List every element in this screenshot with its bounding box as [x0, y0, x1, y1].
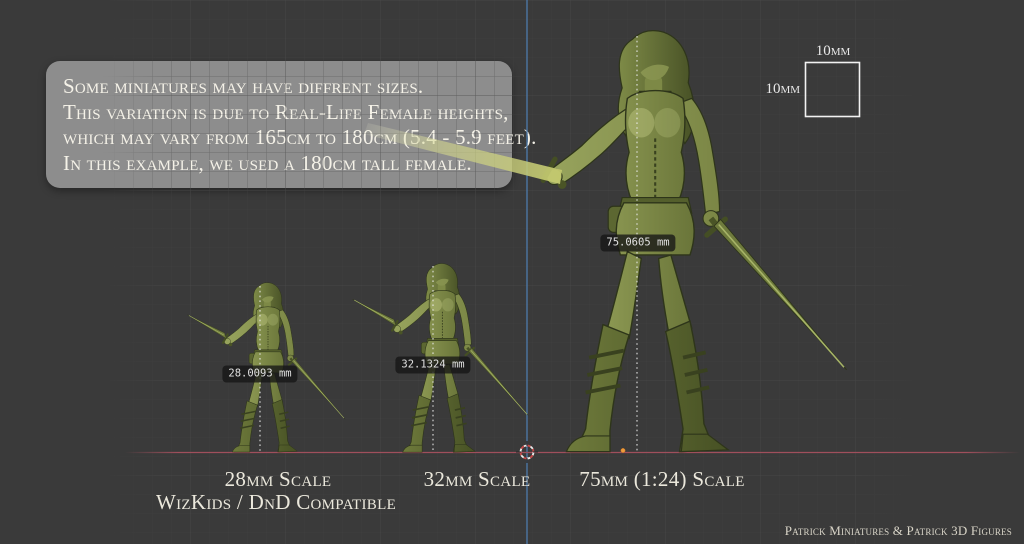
viewport-canvas[interactable]: [0, 0, 1024, 544]
viewport-grid: [0, 0, 1024, 544]
origin-dot: [621, 448, 625, 452]
viewport[interactable]: Some miniatures may have diffrent sizes.…: [0, 0, 1024, 544]
